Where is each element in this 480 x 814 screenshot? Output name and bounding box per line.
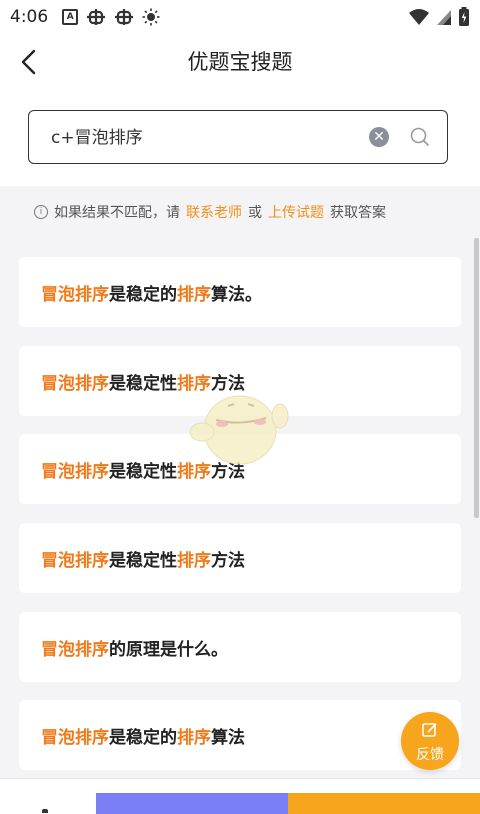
result-text: 冒泡排序: [41, 461, 109, 482]
result-text: 排序: [177, 727, 211, 748]
search-box: ✕: [28, 110, 448, 165]
battery-icon: [459, 7, 469, 26]
brightness-icon: [142, 8, 160, 26]
a-icon: A: [62, 9, 79, 25]
result-text: 冒泡排序: [41, 284, 109, 305]
bottom-purple-button[interactable]: [96, 793, 288, 814]
result-text: 排序: [177, 550, 211, 571]
wifi-icon: [409, 9, 429, 25]
result-text: 的原理是什么。: [109, 639, 228, 660]
result-text: 冒泡排序: [41, 373, 109, 394]
signal-icon: [437, 10, 451, 25]
contact-teacher-link[interactable]: 联系老师: [186, 202, 242, 222]
upload-question-link[interactable]: 上传试题: [268, 202, 324, 222]
bottom-orange-button[interactable]: [288, 793, 480, 814]
bottom-left-item[interactable]: [42, 809, 48, 813]
result-text: 是稳定的: [109, 727, 177, 748]
hint-bar: i 如果结果不匹配，请 联系老师 或 上传试题 获取答案: [0, 186, 480, 238]
clear-icon[interactable]: ✕: [369, 127, 389, 147]
bug-icon: [87, 9, 106, 25]
search-input[interactable]: [49, 111, 353, 165]
result-list: 冒泡排序 是稳定的 排序 算法。 冒泡排序 是稳定性 排序 方法 冒泡排序 是稳定性 排序 方法 …: [0, 238, 480, 778]
result-card[interactable]: 冒泡排序 的原理是什么。: [19, 612, 461, 682]
hint-suffix: 获取答案: [330, 205, 386, 221]
bottom-bar: [0, 778, 480, 814]
result-text: 是稳定性: [109, 373, 177, 394]
result-text: 是稳定性: [109, 550, 177, 571]
result-text: 算法: [211, 727, 245, 748]
mascot-icon: [189, 395, 289, 465]
status-bar: 4:06 A: [0, 0, 480, 34]
status-left-icons: A: [62, 8, 160, 26]
search-area: ✕: [0, 88, 480, 186]
result-text: 冒泡排序: [41, 727, 109, 748]
search-icon[interactable]: [409, 126, 431, 148]
status-time: 4:06: [10, 7, 49, 27]
page-title: 优题宝搜题: [187, 50, 293, 74]
scrollbar[interactable]: [474, 238, 479, 518]
header: 优题宝搜题: [0, 34, 480, 88]
result-text: 是稳定性: [109, 461, 177, 482]
feedback-label: 反馈: [416, 747, 444, 763]
result-card[interactable]: 冒泡排序 是稳定性 排序 方法: [19, 523, 461, 593]
feedback-button[interactable]: 反馈: [401, 712, 459, 770]
edit-icon: [422, 723, 437, 737]
result-text: 冒泡排序: [41, 550, 109, 571]
result-text: 排序: [177, 284, 211, 305]
info-icon: i: [34, 205, 48, 219]
hint-or: 或: [248, 205, 262, 221]
result-text: 冒泡排序: [41, 639, 109, 660]
result-card[interactable]: 冒泡排序 是稳定的 排序 算法: [19, 700, 461, 770]
result-text: 是稳定的: [109, 284, 177, 305]
result-card[interactable]: 冒泡排序 是稳定的 排序 算法。: [19, 257, 461, 327]
status-right-icons: [408, 7, 470, 27]
hint-prefix: 如果结果不匹配，请: [54, 205, 180, 221]
result-text: 算法。: [211, 284, 262, 305]
bug-icon: [115, 9, 134, 25]
result-text: 方法: [211, 550, 245, 571]
